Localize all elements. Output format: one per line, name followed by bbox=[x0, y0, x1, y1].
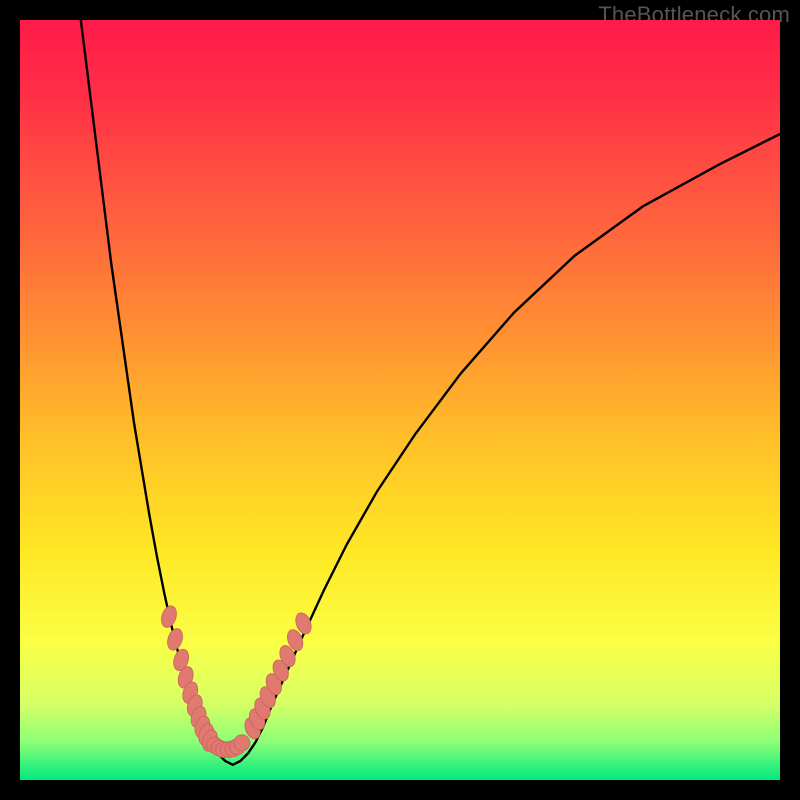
gradient-background bbox=[20, 20, 780, 780]
data-marker bbox=[234, 735, 250, 751]
chart-plot-area bbox=[20, 20, 780, 780]
chart-svg bbox=[20, 20, 780, 780]
outer-frame: TheBottleneck.com bbox=[0, 0, 800, 800]
